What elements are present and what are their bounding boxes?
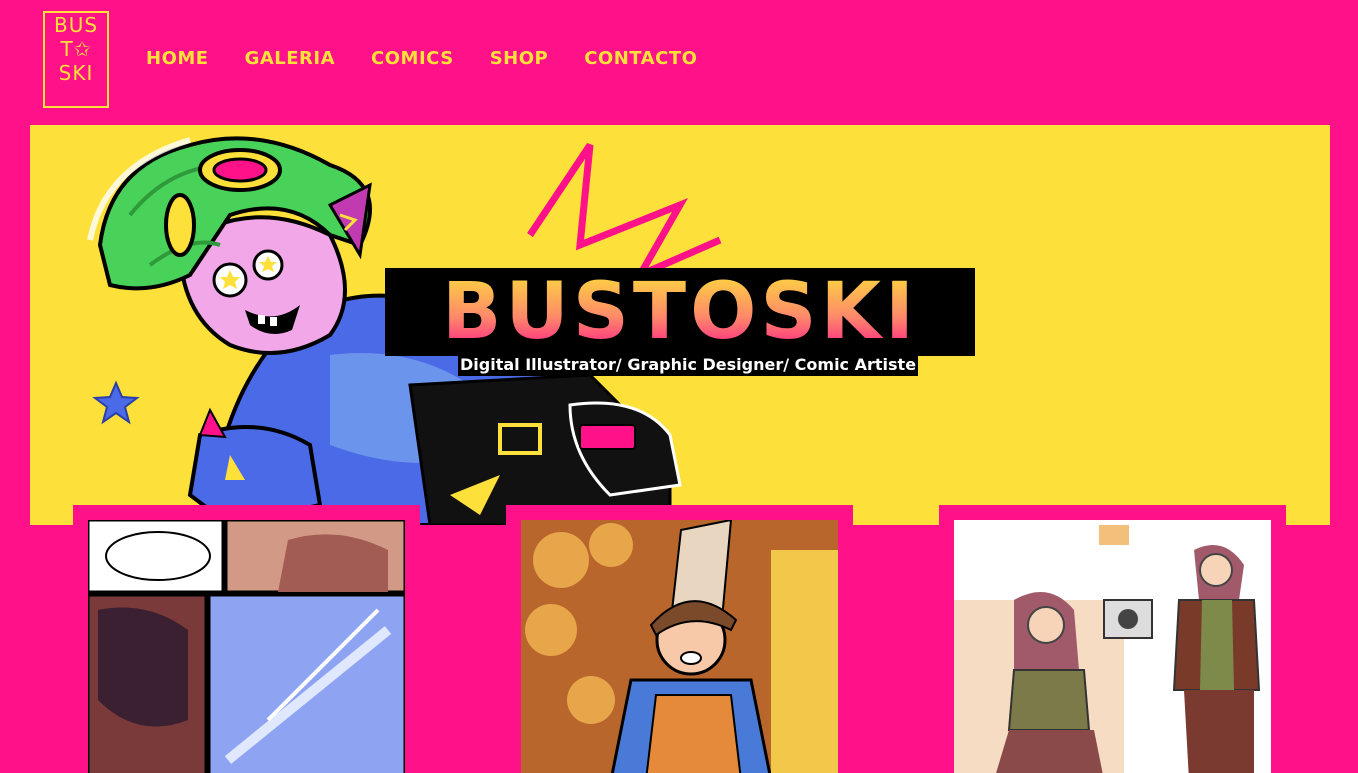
gallery-card-character-sheet[interactable] bbox=[939, 505, 1286, 773]
gallery-card-illustration[interactable] bbox=[506, 505, 853, 773]
logo-line-3: SKI bbox=[58, 61, 94, 85]
main-nav: HOME GALERIA COMICS SHOP CONTACTO bbox=[146, 48, 697, 69]
hero-title-box: BUSTOSKI bbox=[385, 268, 975, 356]
nav-shop[interactable]: SHOP bbox=[490, 48, 549, 69]
star-icon bbox=[92, 380, 140, 425]
nav-home[interactable]: HOME bbox=[146, 48, 209, 69]
nav-comics[interactable]: COMICS bbox=[371, 48, 454, 69]
gallery-image-character-sheet[interactable] bbox=[954, 520, 1271, 773]
site-logo[interactable]: BUS T✩ SKI bbox=[43, 11, 109, 108]
hero-title: BUSTOSKI bbox=[385, 268, 975, 356]
nav-contacto[interactable]: CONTACTO bbox=[584, 48, 697, 69]
logo-line-1: BUS bbox=[53, 13, 99, 37]
gallery-card-comic[interactable] bbox=[73, 505, 420, 773]
gallery-image-comic[interactable] bbox=[88, 520, 405, 773]
hero-subtitle: Digital Illustrator/ Graphic Designer/ C… bbox=[458, 354, 919, 376]
hero-banner: BUSTOSKI Digital Illustrator/ Graphic De… bbox=[30, 125, 1330, 525]
logo-line-2: T✩ bbox=[60, 37, 92, 61]
nav-galeria[interactable]: GALERIA bbox=[245, 48, 335, 69]
gallery-image-illustration[interactable] bbox=[521, 520, 838, 773]
